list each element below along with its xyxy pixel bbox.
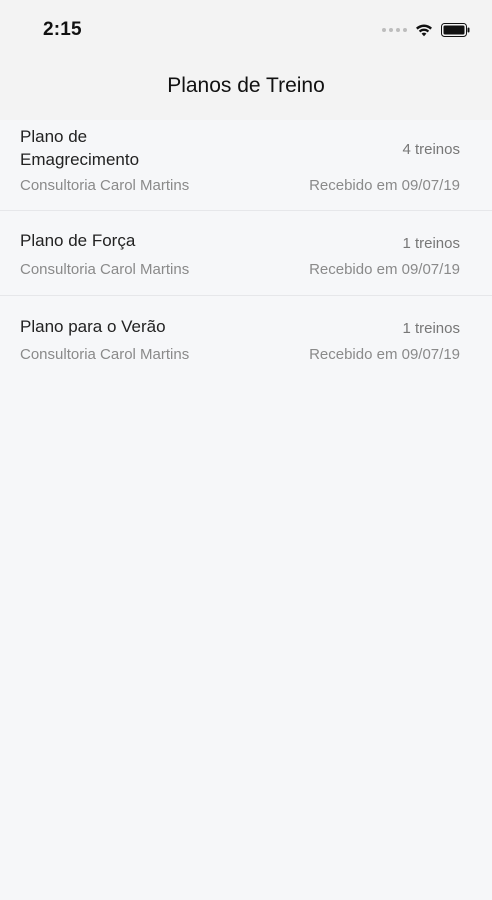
plan-row-verao[interactable]: Plano para o Verão 1 treinos Consultoria… [0,296,492,382]
plan-title: Plano para o Verão [20,317,166,336]
plan-received-date: Recebido em 09/07/19 [309,346,460,363]
plan-consultant: Consultoria Carol Martins [20,261,190,278]
plan-row-forca[interactable]: Plano de Força 1 treinos Consultoria Car… [0,211,492,296]
top-bar: 2:15 Planos de Treino [0,0,492,120]
status-time: 2:15 [43,19,82,40]
status-icons [382,20,470,40]
screen: 2:15 Planos de Treino Plano de Emagrecim… [0,0,492,900]
battery-icon [441,23,470,37]
plan-received-date: Recebido em 09/07/19 [309,177,460,194]
plan-workout-count: 1 treinos [402,320,460,337]
plan-title: Plano de Emagrecimento [20,125,139,171]
plan-consultant: Consultoria Carol Martins [20,177,190,194]
plan-row-emagrecimento[interactable]: Plano de Emagrecimento 4 treinos Consult… [0,120,492,211]
plans-list: Plano de Emagrecimento 4 treinos Consult… [0,120,492,382]
plan-title-line2: Emagrecimento [20,150,140,169]
cellular-signal-icon [382,28,407,32]
plan-consultant: Consultoria Carol Martins [20,346,190,363]
wifi-icon [416,24,432,37]
plan-title: Plano de Força [20,231,136,250]
plan-workout-count: 1 treinos [402,235,460,252]
plan-title-line1: Plano de [20,127,88,146]
plan-workout-count: 4 treinos [402,141,460,158]
plan-received-date: Recebido em 09/07/19 [309,261,460,278]
page-title: Planos de Treino [167,74,325,97]
